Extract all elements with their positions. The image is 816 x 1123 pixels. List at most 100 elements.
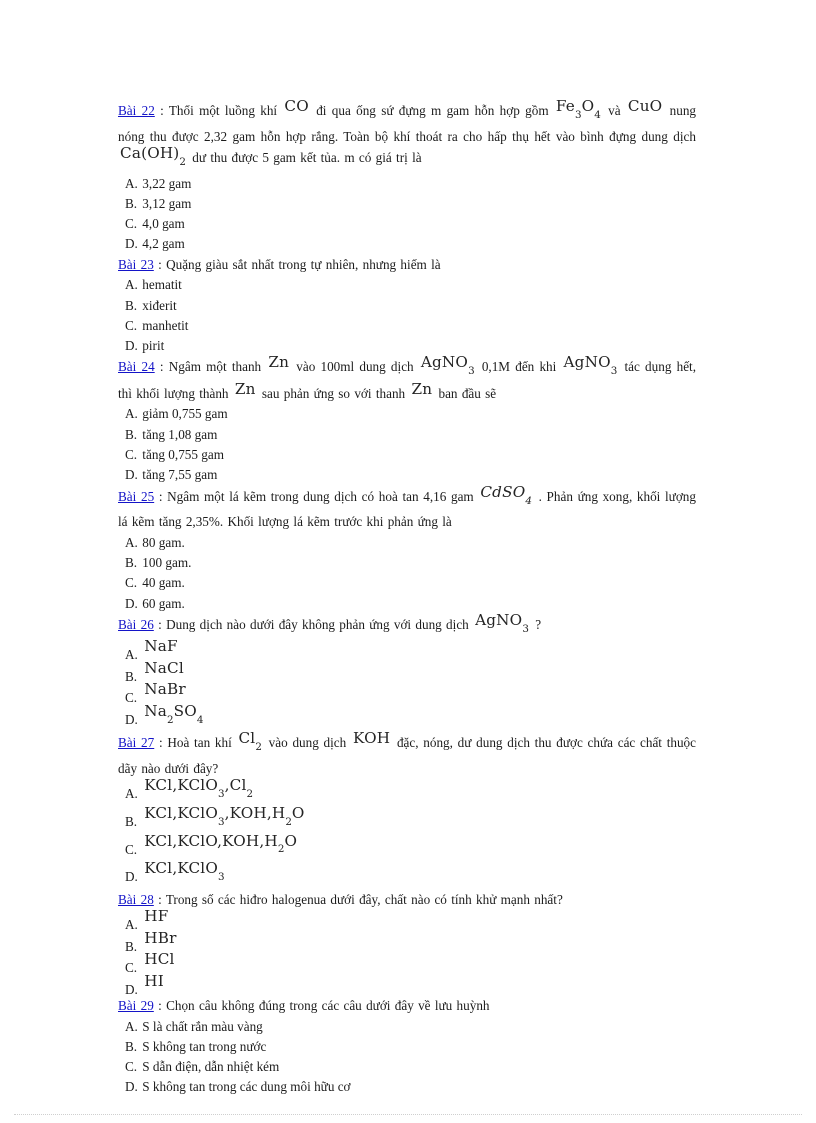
option-formula: NaF: [144, 637, 178, 656]
option-formula: KCl,KClO3,Cl2: [144, 776, 254, 801]
option-letter: C.: [125, 575, 138, 591]
stem-text: Trong số các hiđro halogenua dưới đây, c…: [165, 891, 563, 907]
question-block: Bài 23 : Quặng giàu sắt nhất trong tự nh…: [118, 255, 696, 357]
option-letter: B.: [125, 938, 138, 954]
footer-divider: [14, 1114, 802, 1116]
answer-option[interactable]: D. 60 gam.: [125, 594, 696, 614]
answer-option[interactable]: B. 100 gam.: [125, 553, 696, 573]
answer-option[interactable]: C. HCl: [125, 950, 696, 975]
chemical-formula: Ca(OH)2: [120, 144, 186, 168]
question-label: Bài 27: [118, 735, 155, 751]
answer-option[interactable]: D. 4,2 gam: [125, 234, 696, 254]
answer-option[interactable]: B. S không tan trong nước: [125, 1037, 696, 1057]
chemical-formula: CO: [284, 97, 309, 115]
question-stem: Bài 23 : Quặng giàu sắt nhất trong tự nh…: [118, 255, 696, 276]
answer-option[interactable]: A. 80 gam.: [125, 533, 696, 553]
option-text: 100 gam.: [142, 554, 192, 570]
chemical-formula: AgNO3: [563, 353, 618, 378]
option-letter: C.: [125, 447, 138, 463]
option-text: S không tan trong các dung môi hữu cơ: [142, 1079, 351, 1095]
answer-options: A. HF B. HBr C. HCl D. HI: [118, 907, 696, 997]
stem-text: ?: [530, 616, 542, 632]
option-text: tăng 1,08 gam: [142, 426, 218, 442]
question-stem: Bài 28 : Trong số các hiđro halogenua dư…: [118, 890, 696, 911]
question-block: Bài 22 : Thổi một luồng khí CO đi qua ốn…: [118, 97, 696, 255]
option-formula: KCl,KClO3: [144, 859, 225, 883]
answer-option[interactable]: C. KCl,KClO,KOH,H2O: [125, 832, 696, 863]
answer-option[interactable]: A. 3,22 gam: [125, 174, 696, 194]
answer-option[interactable]: C. tăng 0,755 gam: [125, 445, 696, 465]
question-label: Bài 26: [118, 616, 154, 632]
answer-option[interactable]: D. S không tan trong các dung môi hữu cơ: [125, 1077, 696, 1097]
question-stem: Bài 26 : Dung dịch nào dưới đây không ph…: [118, 611, 696, 641]
answer-options: A. 3,22 gam B. 3,12 gam C. 4,0 gam D. 4,2 g…: [118, 174, 696, 255]
answer-option[interactable]: C. NaBr: [125, 680, 696, 705]
question-stem: Bài 25 : Ngâm một lá kẽm trong dung dịch…: [118, 483, 696, 533]
option-formula: NaCl: [144, 658, 184, 677]
question-label: Bài 25: [118, 488, 155, 504]
chemical-formula: Cl2: [238, 729, 262, 754]
option-letter: C.: [125, 841, 138, 857]
answer-option[interactable]: B. HBr: [125, 928, 696, 954]
answer-option[interactable]: A. HF: [125, 907, 696, 932]
chemical-formula: Zn: [234, 379, 256, 398]
option-letter: A.: [125, 917, 138, 933]
answer-option[interactable]: C. 40 gam.: [125, 573, 696, 593]
answer-option[interactable]: B. KCl,KClO3,KOH,H2O: [125, 804, 696, 835]
stem-text: vào dung dịch: [263, 735, 351, 751]
option-text: manhetit: [142, 317, 189, 333]
answer-option[interactable]: C. S dẫn điện, dẫn nhiệt kém: [125, 1057, 696, 1077]
option-formula: HBr: [144, 928, 177, 947]
question-separator: :: [154, 488, 168, 504]
option-letter: A.: [125, 786, 138, 802]
option-letter: B.: [125, 668, 138, 684]
answer-option[interactable]: D. tăng 7,55 gam: [125, 465, 696, 485]
question-separator: :: [154, 103, 169, 118]
chemical-formula: Fe3O4: [555, 97, 601, 121]
option-text: S dẫn điện, dẫn nhiệt kém: [142, 1059, 280, 1075]
option-text: 4,2 gam: [142, 236, 185, 252]
question-label: Bài 24: [118, 359, 155, 375]
question-list: Bài 22 : Thổi một luồng khí CO đi qua ốn…: [118, 97, 696, 1098]
option-letter: D.: [125, 981, 138, 997]
option-text: S không tan trong nước: [142, 1038, 267, 1054]
stem-text: Hoà tan khí: [167, 735, 237, 751]
stem-text: Ngâm một thanh: [168, 359, 267, 375]
answer-option[interactable]: D. Na2SO4: [125, 701, 696, 733]
option-text: 60 gam.: [142, 595, 185, 611]
stem-text: Thổi một luồng khí: [168, 103, 283, 118]
answer-option[interactable]: B. xiđerit: [125, 296, 696, 316]
stem-text: sau phản ứng so với thanh: [257, 385, 410, 401]
answer-option[interactable]: A. KCl,KClO3,Cl2: [125, 776, 696, 807]
option-text: S là chất rắn màu vàng: [142, 1018, 263, 1034]
question-block: Bài 26 : Dung dịch nào dưới đây không ph…: [118, 611, 696, 733]
question-separator: :: [154, 359, 169, 375]
answer-option[interactable]: A. S là chất rắn màu vàng: [125, 1017, 696, 1037]
question-stem: Bài 27 : Hoà tan khí Cl2 vào dung dịch K…: [118, 729, 696, 779]
answer-option[interactable]: B. tăng 1,08 gam: [125, 425, 696, 445]
option-letter: A.: [125, 406, 138, 422]
answer-option[interactable]: A. NaF: [125, 637, 696, 662]
option-text: tăng 0,755 gam: [142, 447, 224, 463]
question-block: Bài 25 : Ngâm một lá kẽm trong dung dịch…: [118, 483, 696, 614]
answer-option[interactable]: A. hematit: [125, 275, 696, 295]
option-formula: KCl,KClO3,KOH,H2O: [144, 804, 305, 828]
question-block: Bài 24 : Ngâm một thanh Zn vào 100ml dun…: [118, 353, 696, 485]
chemical-formula: CuO: [627, 97, 663, 115]
option-formula: HI: [144, 971, 164, 990]
answer-option[interactable]: B. 3,12 gam: [125, 194, 696, 214]
answer-option[interactable]: C. manhetit: [125, 316, 696, 336]
document-page: Bài 22 : Thổi một luồng khí CO đi qua ốn…: [0, 0, 816, 1123]
option-formula: Na2SO4: [144, 701, 204, 726]
answer-option[interactable]: C. 4,0 gam: [125, 214, 696, 234]
answer-option[interactable]: D. KCl,KClO3: [125, 859, 696, 890]
option-letter: B.: [125, 554, 138, 570]
option-letter: B.: [125, 1038, 138, 1054]
stem-text: Ngâm một lá kẽm trong dung dịch có hoà t…: [167, 488, 479, 504]
option-text: 4,0 gam: [142, 216, 185, 232]
option-text: xiđerit: [142, 297, 177, 313]
answer-option[interactable]: D. HI: [125, 971, 696, 997]
chemical-formula: AgNO3: [420, 353, 475, 378]
answer-option[interactable]: B. NaCl: [125, 658, 696, 684]
answer-option[interactable]: A. giảm 0,755 gam: [125, 404, 696, 424]
